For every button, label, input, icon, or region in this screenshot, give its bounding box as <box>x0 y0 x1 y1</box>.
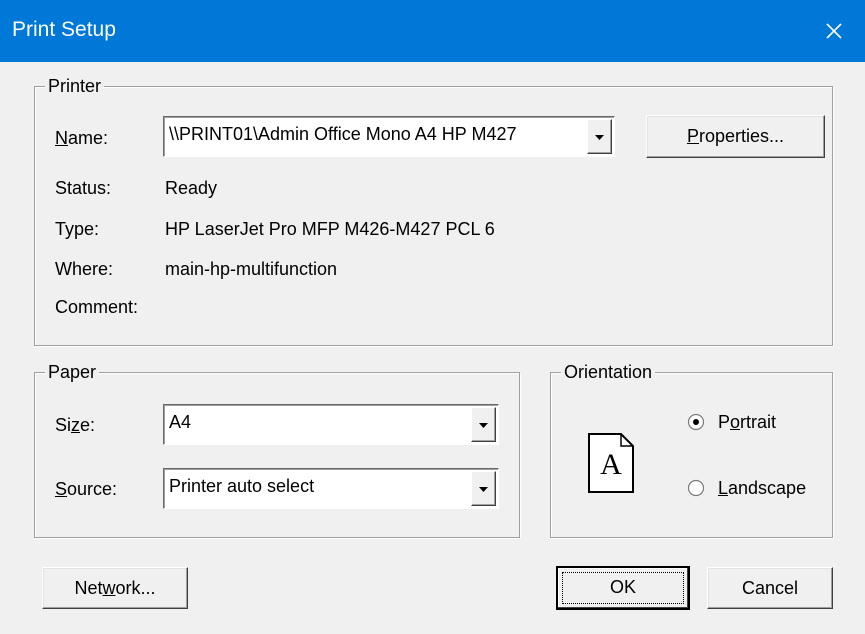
dropdown-arrow-icon <box>479 487 488 492</box>
close-button[interactable] <box>811 8 857 54</box>
comment-label: Comment: <box>55 297 139 317</box>
title-bar: Print Setup <box>0 0 865 62</box>
type-label: Type: <box>55 219 100 239</box>
where-value: main-hp-multifunction <box>165 259 338 279</box>
size-label: Size: <box>55 415 96 435</box>
paper-source-select[interactable]: Printer auto select <box>163 468 499 509</box>
close-icon <box>826 23 842 39</box>
paper-source-dropdown-button[interactable] <box>471 471 496 506</box>
page-preview-letter: A <box>600 448 622 481</box>
paper-size-select[interactable]: A4 <box>163 404 499 445</box>
dropdown-arrow-icon <box>595 135 604 140</box>
landscape-radio[interactable] <box>687 479 705 497</box>
type-value: HP LaserJet Pro MFP M426-M427 PCL 6 <box>165 219 495 239</box>
portrait-label[interactable]: Portrait <box>718 411 776 433</box>
ok-button-label: OK <box>609 577 636 597</box>
cancel-button[interactable]: Cancel <box>707 567 833 609</box>
paper-group-label: Paper <box>45 361 100 383</box>
printer-group-label: Printer <box>45 75 105 97</box>
landscape-label[interactable]: Landscape <box>718 477 806 499</box>
orientation-group-label: Orientation <box>561 361 656 383</box>
ok-button[interactable]: OK <box>556 566 690 610</box>
status-label: Status: <box>55 178 112 198</box>
paper-size-dropdown-button[interactable] <box>471 407 496 442</box>
name-label: Name: <box>55 128 109 148</box>
printer-name-dropdown-button[interactable] <box>587 119 612 154</box>
printer-name-select[interactable]: \\PRINT01\Admin Office Mono A4 HP M427 <box>163 116 615 157</box>
network-button[interactable]: Network... <box>42 567 188 609</box>
portrait-radio[interactable] <box>687 413 705 431</box>
where-label: Where: <box>55 259 114 279</box>
paper-source-value: Printer auto select <box>169 476 315 496</box>
window-title: Print Setup <box>12 18 116 41</box>
source-label: Source: <box>55 479 118 499</box>
paper-group: Paper <box>34 361 520 538</box>
printer-name-value: \\PRINT01\Admin Office Mono A4 HP M427 <box>169 124 517 144</box>
dropdown-arrow-icon <box>479 423 488 428</box>
properties-button[interactable]: Properties... <box>646 115 825 158</box>
paper-size-value: A4 <box>169 412 192 432</box>
status-value: Ready <box>165 178 218 198</box>
portrait-page-icon: A <box>588 433 634 493</box>
cancel-button-label: Cancel <box>741 578 799 598</box>
